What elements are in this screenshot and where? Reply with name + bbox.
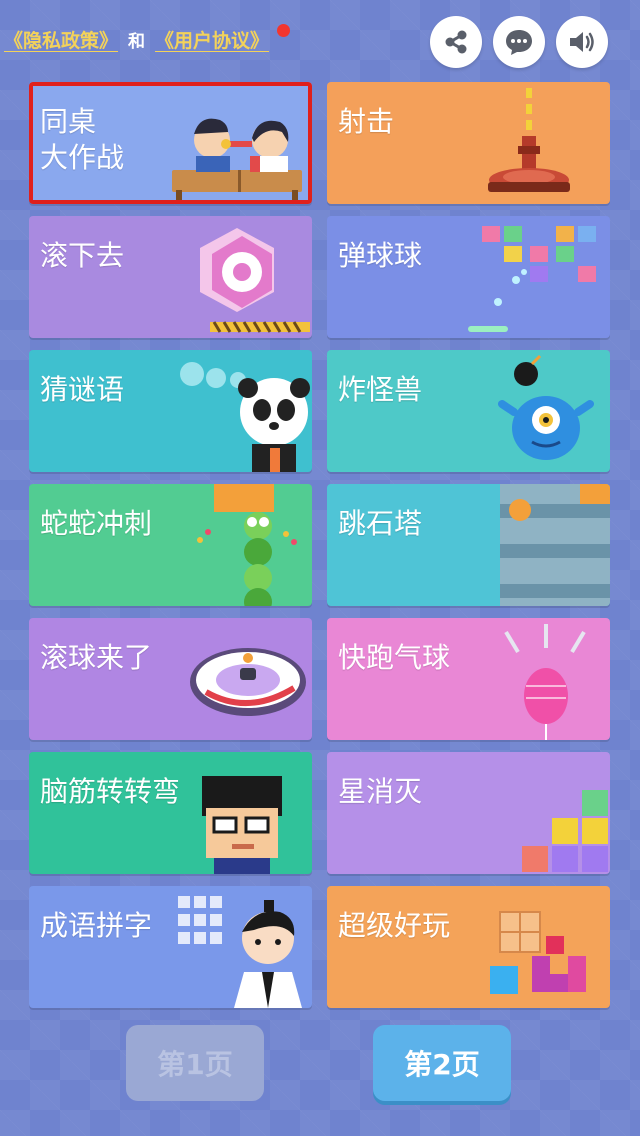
bricks-illustration — [468, 226, 596, 332]
star-blocks-illustration — [522, 790, 608, 872]
desk-battle-illustration — [172, 118, 302, 204]
speaker-icon — [570, 32, 594, 52]
game-card-brain-teaser[interactable]: 脑筋转转弯 — [29, 752, 312, 874]
notification-dot — [277, 24, 290, 37]
hexagon-illustration — [200, 228, 310, 333]
game-title: 同桌 大作战 — [40, 105, 125, 174]
game-title: 跳石塔 — [338, 507, 423, 540]
game-card-roll-down[interactable]: 滚下去 — [29, 216, 312, 338]
top-bar: 《隐私政策》和《用户协议》 — [0, 0, 640, 80]
game-card-shooting[interactable]: 射击 — [327, 82, 610, 204]
scholar-illustration — [178, 896, 302, 1008]
share-icon — [445, 30, 467, 54]
prev-page-button[interactable]: 第1页 — [126, 1025, 264, 1101]
chat-icon — [506, 30, 532, 55]
turret-illustration — [488, 88, 570, 192]
game-card-snake-rush[interactable]: 蛇蛇冲刺 — [29, 484, 312, 606]
game-card-run-balloon[interactable]: 快跑气球 — [327, 618, 610, 740]
game-title: 射击 — [338, 105, 395, 138]
game-title: 滚下去 — [40, 239, 125, 272]
game-title: 成语拼字 — [40, 909, 153, 942]
game-title: 星消灭 — [338, 775, 423, 808]
game-card-stone-tower[interactable]: 跳石塔 — [327, 484, 610, 606]
game-card-bounce-ball[interactable]: 弹球球 — [327, 216, 610, 338]
tower-illustration — [500, 484, 610, 606]
game-title: 蛇蛇冲刺 — [40, 507, 153, 540]
game-card-desk-battle[interactable]: 同桌 大作战 — [29, 82, 312, 204]
game-card-riddles[interactable]: 猜谜语 — [29, 350, 312, 472]
sound-button[interactable] — [556, 16, 608, 68]
game-card-star-pop[interactable]: 星消灭 — [327, 752, 610, 874]
game-card-idiom-puzzle[interactable]: 成语拼字 — [29, 886, 312, 1008]
game-card-bomb-monster[interactable]: 炸怪兽 — [327, 350, 610, 472]
game-title: 脑筋转转弯 — [40, 775, 181, 808]
and-text: 和 — [128, 32, 146, 52]
policy-links: 《隐私政策》和《用户协议》 — [4, 26, 269, 53]
chat-button[interactable] — [493, 16, 545, 68]
pixel-boy-illustration — [202, 776, 282, 874]
game-title: 超级好玩 — [338, 909, 451, 942]
privacy-policy-link[interactable]: 《隐私政策》 — [4, 30, 118, 52]
game-card-rolling-ball[interactable]: 滚球来了 — [29, 618, 312, 740]
panda-illustration — [180, 362, 310, 472]
game-title: 弹球球 — [338, 239, 423, 272]
monster-illustration — [498, 354, 594, 460]
tetris-illustration — [490, 911, 586, 994]
share-button[interactable] — [430, 16, 482, 68]
game-title: 猜谜语 — [40, 373, 125, 406]
game-title: 炸怪兽 — [338, 373, 423, 406]
next-page-button[interactable]: 第2页 — [373, 1025, 511, 1101]
game-title: 滚球来了 — [40, 641, 153, 674]
user-agreement-link[interactable]: 《用户协议》 — [155, 30, 269, 52]
snake-illustration — [197, 484, 297, 606]
game-card-super-fun[interactable]: 超级好玩 — [327, 886, 610, 1008]
ring-illustration — [190, 648, 306, 716]
balloon-illustration — [504, 624, 586, 740]
game-title: 快跑气球 — [338, 641, 451, 674]
